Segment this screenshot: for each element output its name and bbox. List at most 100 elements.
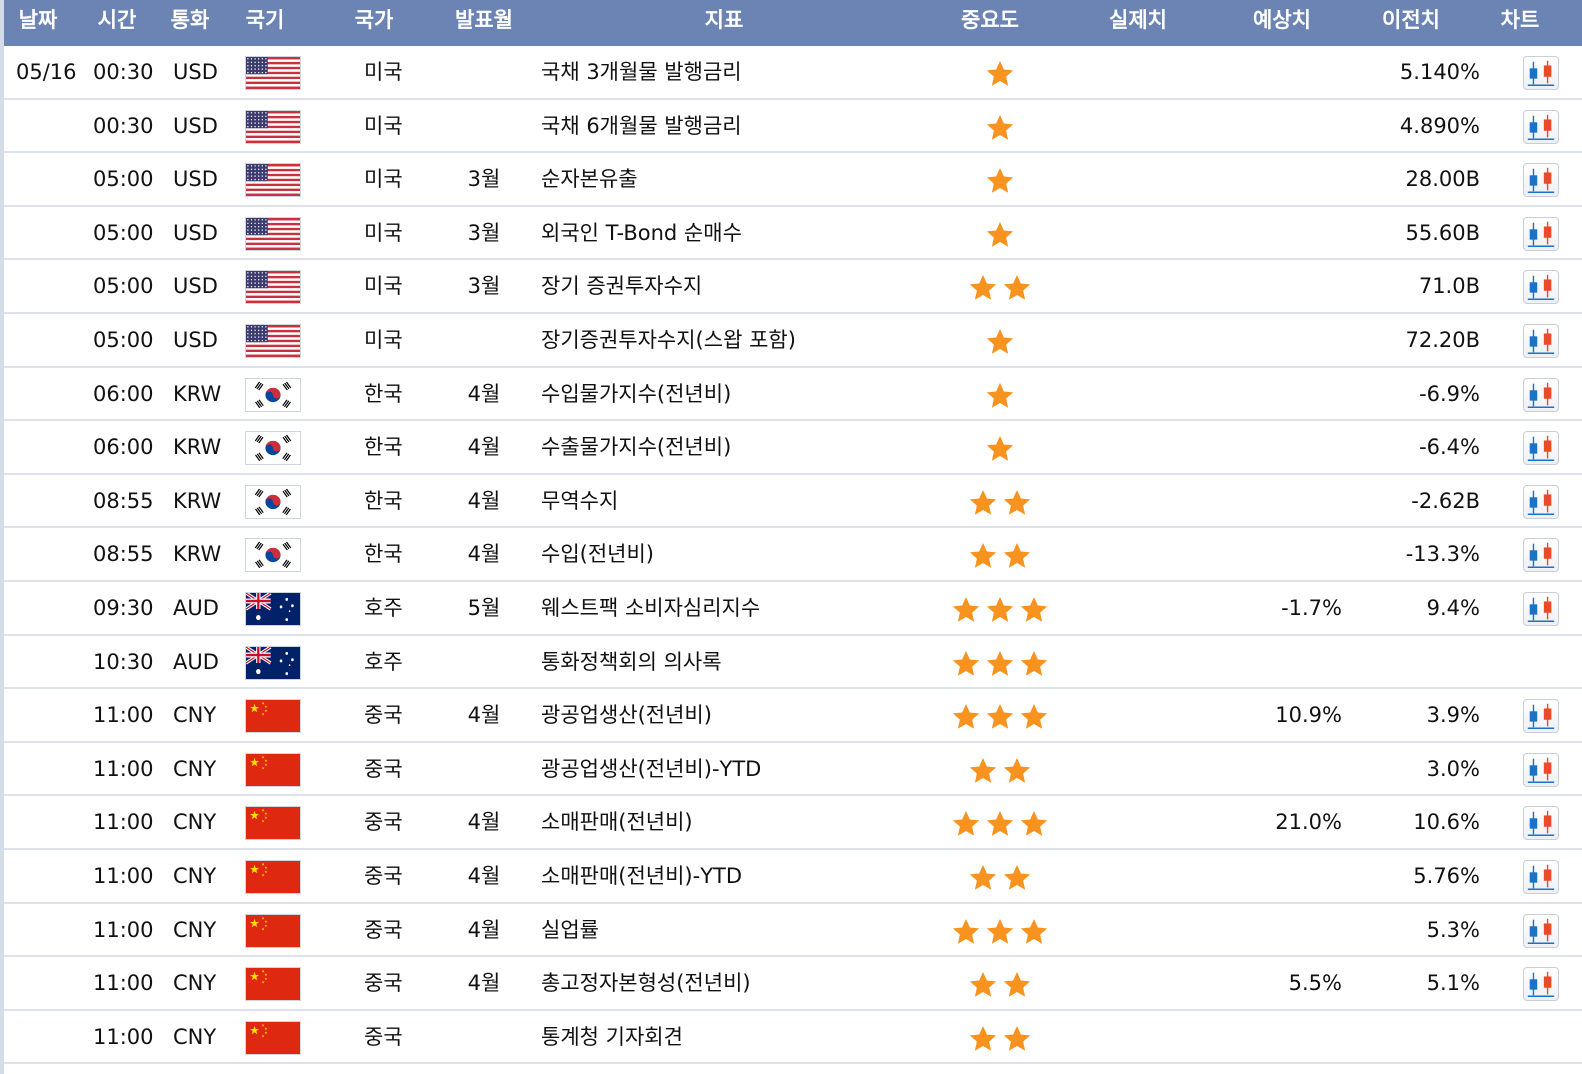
us-flag-icon bbox=[245, 109, 301, 144]
candlestick-chart-icon[interactable] bbox=[1523, 56, 1559, 90]
candlestick-chart-icon[interactable] bbox=[1523, 752, 1559, 787]
row-indicator[interactable]: 웨스트팩 소비자심리지수 bbox=[541, 582, 760, 634]
table-row[interactable]: 05:00 USD 미국 3월 순자본유출 28.00B bbox=[4, 153, 1582, 207]
row-currency: CNY bbox=[173, 810, 217, 835]
row-country: 미국 bbox=[364, 113, 403, 138]
row-release-month: 4월 bbox=[467, 864, 501, 888]
us-flag-icon bbox=[245, 56, 301, 90]
row-indicator[interactable]: 무역수지 bbox=[541, 475, 618, 527]
star-icon bbox=[985, 809, 1015, 839]
header-release-month[interactable]: 발표월 bbox=[455, 0, 513, 40]
us-flag-icon bbox=[245, 324, 301, 358]
row-time: 11:00 bbox=[93, 1024, 154, 1049]
table-row[interactable]: 06:00 KRW 한국 4월 수출물가지수(전년비) -6.4% bbox=[4, 421, 1582, 475]
row-indicator[interactable]: 외국인 T-Bond 순매수 bbox=[541, 207, 742, 259]
table-row[interactable]: 11:00 CNY 중국 4월 소매판매(전년비) 21.0% 10.6% bbox=[4, 796, 1582, 850]
header-date[interactable]: 날짜 bbox=[19, 0, 58, 40]
table-row[interactable]: 11:00 CNY 중국 4월 총고정자본형성(전년비) 5.5% 5.1% bbox=[4, 957, 1582, 1011]
row-previous: 55.60B bbox=[1405, 220, 1480, 245]
table-row[interactable]: 00:30 USD 미국 국채 6개월물 발행금리 4.890% bbox=[4, 100, 1582, 154]
row-country: 중국 bbox=[364, 756, 403, 781]
table-row[interactable]: 11:00 CNY 중국 4월 실업률 5.3% bbox=[4, 904, 1582, 958]
candlestick-chart-icon[interactable] bbox=[1523, 860, 1559, 894]
table-row[interactable]: 05/16 00:30 USD 미국 국채 3개월물 발행금리 5.140% bbox=[4, 46, 1582, 100]
header-indicator[interactable]: 지표 bbox=[705, 0, 744, 40]
candlestick-chart-icon[interactable] bbox=[1523, 377, 1559, 412]
row-indicator[interactable]: 광공업생산(전년비) bbox=[541, 689, 712, 741]
candlestick-chart-icon[interactable] bbox=[1523, 967, 1559, 1002]
candlestick-chart-icon[interactable] bbox=[1523, 484, 1559, 519]
table-row[interactable]: 09:30 AUD 호주 5월 웨스트팩 소비자심리지수 -1.7% 9.4% bbox=[4, 582, 1582, 636]
candlestick-chart-icon[interactable] bbox=[1523, 324, 1559, 358]
row-forecast: 5.5% bbox=[1288, 971, 1342, 996]
table-row[interactable]: 11:00 CNY 중국 4월 광공업생산(전년비) 10.9% 3.9% bbox=[4, 689, 1582, 743]
star-icon bbox=[951, 702, 981, 732]
importance-stars bbox=[968, 957, 1032, 1009]
row-indicator[interactable]: 국채 6개월물 발행금리 bbox=[541, 100, 742, 152]
row-previous: 5.3% bbox=[1426, 917, 1480, 942]
header-country[interactable]: 국가 bbox=[355, 0, 394, 40]
candlestick-chart-icon[interactable] bbox=[1523, 163, 1559, 198]
header-importance[interactable]: 중요도 bbox=[961, 0, 1019, 40]
au-flag-icon bbox=[245, 645, 301, 680]
candlestick-chart-icon[interactable] bbox=[1523, 699, 1559, 734]
row-indicator[interactable]: 장기증권투자수지(스왑 포함) bbox=[541, 314, 796, 366]
row-previous: -6.9% bbox=[1419, 381, 1480, 406]
row-indicator[interactable]: 순자본유출 bbox=[541, 153, 638, 205]
table-row[interactable]: 11:00 CNY 중국 광공업생산(전년비)-YTD 3.0% bbox=[4, 743, 1582, 797]
candlestick-chart-icon[interactable] bbox=[1523, 109, 1559, 144]
row-release-month: 4월 bbox=[467, 488, 501, 513]
row-indicator[interactable]: 수입물가지수(전년비) bbox=[541, 368, 731, 420]
candlestick-chart-icon[interactable] bbox=[1523, 913, 1559, 948]
header-time[interactable]: 시간 bbox=[98, 0, 137, 40]
row-indicator[interactable]: 통계청 기자회견 bbox=[541, 1011, 683, 1063]
row-forecast: 10.9% bbox=[1275, 703, 1342, 728]
row-indicator[interactable]: 국채 3개월물 발행금리 bbox=[541, 46, 742, 98]
row-country: 중국 bbox=[364, 917, 403, 942]
row-indicator[interactable]: 실업률 bbox=[541, 904, 599, 956]
table-row[interactable]: 11:00 CNY 중국 4월 소매판매(전년비)-YTD 5.76% bbox=[4, 850, 1582, 904]
star-icon bbox=[985, 113, 1015, 143]
header-currency[interactable]: 통화 bbox=[171, 0, 210, 40]
row-indicator[interactable]: 장기 증권투자수지 bbox=[541, 260, 702, 312]
table-row[interactable]: 11:00 CNY 중국 통계청 기자회견 bbox=[4, 1011, 1582, 1065]
row-indicator[interactable]: 수입(전년비) bbox=[541, 528, 654, 580]
table-row[interactable]: 05:00 USD 미국 장기증권투자수지(스왑 포함) 72.20B bbox=[4, 314, 1582, 368]
cn-flag-icon bbox=[245, 699, 301, 734]
row-indicator[interactable]: 소매판매(전년비) bbox=[541, 796, 693, 848]
row-indicator[interactable]: 총고정자본형성(전년비) bbox=[541, 957, 751, 1009]
candlestick-chart-icon[interactable] bbox=[1523, 431, 1559, 466]
candlestick-chart-icon[interactable] bbox=[1523, 806, 1559, 841]
row-time: 11:00 bbox=[93, 756, 154, 781]
candlestick-chart-icon[interactable] bbox=[1523, 538, 1559, 573]
row-time: 05:00 bbox=[93, 274, 154, 299]
row-indicator[interactable]: 광공업생산(전년비)-YTD bbox=[541, 743, 761, 795]
row-release-month: 4월 bbox=[467, 542, 501, 567]
row-indicator[interactable]: 소매판매(전년비)-YTD bbox=[541, 850, 742, 902]
table-row[interactable]: 05:00 USD 미국 3월 외국인 T-Bond 순매수 55.60B bbox=[4, 207, 1582, 261]
table-row[interactable]: 08:55 KRW 한국 4월 무역수지 -2.62B bbox=[4, 475, 1582, 529]
row-currency: CNY bbox=[173, 971, 217, 996]
star-icon bbox=[968, 1024, 998, 1054]
row-indicator[interactable]: 통화정책회의 의사록 bbox=[541, 636, 722, 688]
candlestick-chart-icon[interactable] bbox=[1523, 270, 1559, 305]
candlestick-chart-icon[interactable] bbox=[1523, 592, 1559, 626]
row-indicator[interactable]: 수출물가지수(전년비) bbox=[541, 421, 731, 473]
candlestick-chart-icon[interactable] bbox=[1523, 216, 1559, 251]
row-previous: -13.3% bbox=[1405, 542, 1480, 567]
star-icon bbox=[968, 863, 998, 893]
table-row[interactable]: 05:00 USD 미국 3월 장기 증권투자수지 71.0B bbox=[4, 260, 1582, 314]
star-icon bbox=[985, 166, 1015, 196]
table-row[interactable]: 06:00 KRW 한국 4월 수입물가지수(전년비) -6.9% bbox=[4, 368, 1582, 422]
star-icon bbox=[985, 59, 1015, 89]
importance-stars bbox=[985, 314, 1015, 366]
importance-stars bbox=[968, 260, 1032, 312]
row-currency: CNY bbox=[173, 864, 217, 888]
row-release-month: 5월 bbox=[467, 596, 501, 620]
star-icon bbox=[968, 970, 998, 1000]
table-row[interactable]: 10:30 AUD 호주 통화정책회의 의사록 bbox=[4, 636, 1582, 690]
star-icon bbox=[985, 434, 1015, 464]
header-chart: 차트 bbox=[1500, 8, 1540, 32]
table-row[interactable]: 08:55 KRW 한국 4월 수입(전년비) -13.3% bbox=[4, 528, 1582, 582]
row-release-month: 4월 bbox=[467, 435, 501, 460]
